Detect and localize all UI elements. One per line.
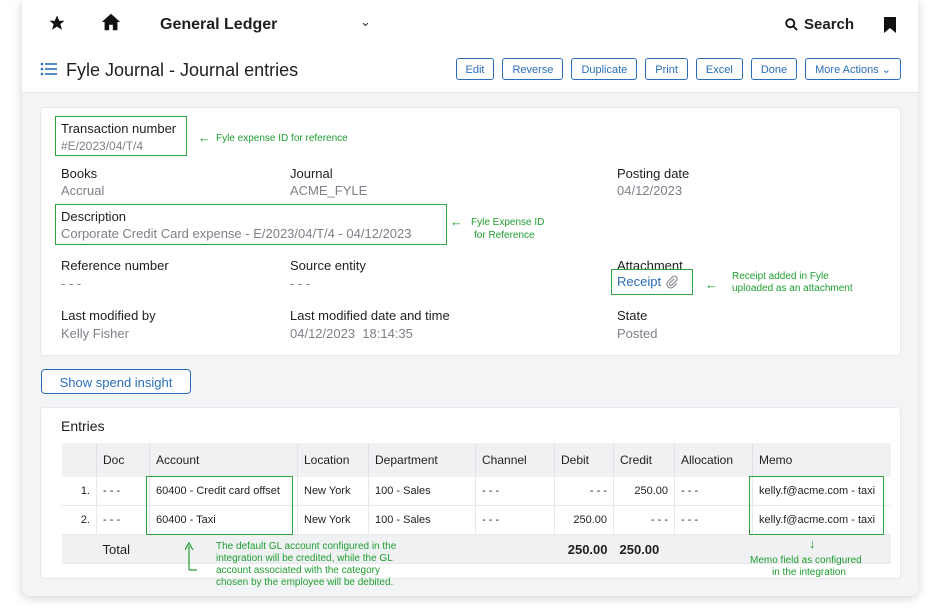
page-header: Fyle Journal - Journal entries Edit Reve…: [22, 50, 918, 93]
column-header-memo: Memo: [752, 443, 891, 477]
state-value: Posted: [617, 326, 658, 341]
cell-credit: - - -: [613, 505, 675, 535]
cell-channel: - - -: [475, 505, 555, 535]
receipt-link[interactable]: Receipt: [617, 274, 679, 289]
column-header-index: [62, 443, 97, 477]
transaction-number-value: #E/2023/04/T/4: [61, 139, 144, 153]
arrow-down-icon: ↓: [809, 536, 816, 551]
receipt-label: Receipt: [617, 274, 662, 289]
chevron-down-icon: ⌄: [881, 64, 891, 76]
arrow-up-icon: [185, 541, 197, 571]
column-header-debit: Debit: [554, 443, 614, 477]
chevron-down-icon[interactable]: ⌄: [360, 14, 371, 30]
cell-location: New York: [297, 477, 369, 506]
bookmark-icon[interactable]: [884, 17, 896, 38]
posting-date-label: Posting date: [617, 166, 690, 181]
list-icon[interactable]: [40, 61, 58, 82]
cell-index: 2.: [62, 505, 97, 535]
column-header-channel: Channel: [475, 443, 555, 477]
books-label: Books: [61, 166, 98, 181]
app-title: General Ledger: [160, 16, 278, 33]
column-header-location: Location: [297, 443, 369, 477]
cell-index: 1.: [62, 477, 97, 506]
description-value: Corporate Credit Card expense - E/2023/0…: [61, 226, 412, 241]
reverse-button[interactable]: Reverse: [502, 58, 564, 80]
annotation-gl-4: chosen by the employee will be debited.: [216, 577, 394, 588]
page-title: Fyle Journal - Journal entries: [66, 60, 299, 80]
cell-debit: - - -: [554, 477, 614, 506]
last-modified-dt-label: Last modified date and time: [290, 308, 450, 323]
paperclip-icon: [666, 274, 678, 289]
print-button[interactable]: Print: [645, 58, 688, 80]
column-header-credit: Credit: [613, 443, 675, 477]
arrow-left-icon: ←: [450, 214, 463, 229]
search-button[interactable]: Search: [784, 16, 854, 33]
arrow-left-icon: ←: [198, 130, 211, 145]
action-bar: Edit Reverse Duplicate Print Excel Done …: [455, 58, 901, 80]
done-button[interactable]: Done: [750, 58, 798, 80]
edit-button[interactable]: Edit: [455, 58, 495, 80]
cell-location: New York: [297, 505, 369, 535]
annotation-gl-3: account associated with the category: [216, 565, 380, 576]
annotation-description-2: for Reference: [474, 230, 535, 241]
cell-channel: - - -: [475, 477, 555, 506]
total-spacer: [62, 534, 97, 564]
annotation-gl-2: integration will be credited, while the …: [216, 553, 393, 564]
cell-allocation: - - -: [674, 477, 753, 506]
last-modified-dt-value: 04/12/2023 18:14:35: [290, 326, 413, 341]
journal-label: Journal: [290, 166, 333, 181]
last-modified-by-label: Last modified by: [61, 308, 156, 323]
duplicate-button[interactable]: Duplicate: [571, 58, 638, 80]
transaction-number-label: Transaction number: [61, 121, 177, 136]
more-actions-label: More Actions: [815, 64, 879, 76]
cell-allocation: - - -: [674, 505, 753, 535]
entries-title: Entries: [61, 418, 105, 434]
top-nav: General Ledger ⌄ Search: [22, 0, 918, 51]
reference-number-value: - - -: [61, 276, 82, 291]
arrow-left-icon: ←: [705, 277, 718, 292]
source-entity-label: Source entity: [290, 258, 366, 273]
last-modified-by-value: Kelly Fisher: [61, 326, 129, 341]
journal-value: ACME_FYLE: [290, 183, 368, 198]
excel-button[interactable]: Excel: [695, 58, 743, 80]
more-actions-button[interactable]: More Actions ⌄: [805, 58, 901, 80]
books-value: Accrual: [61, 183, 105, 198]
reference-number-label: Reference number: [61, 258, 169, 273]
total-debit: 250.00: [554, 534, 614, 564]
home-icon[interactable]: [100, 11, 122, 38]
annotation-transaction: Fyle expense ID for reference: [216, 133, 348, 144]
cell-department: 100 - Sales: [368, 505, 476, 535]
state-label: State: [617, 308, 648, 323]
search-label: Search: [804, 16, 855, 33]
annotation-gl-1: The default GL account configured in the: [216, 541, 397, 552]
table-header-row: Doc Account Location Department Channel …: [62, 443, 891, 477]
cell-doc: - - -: [96, 505, 150, 535]
column-header-allocation: Allocation: [674, 443, 753, 477]
search-icon: [785, 18, 798, 31]
cell-credit: 250.00: [613, 477, 675, 506]
column-header-department: Department: [368, 443, 476, 477]
app-window: General Ledger ⌄ Search Fyle Journal - J…: [22, 0, 918, 596]
annotation-memo-2: in the integration: [772, 567, 846, 578]
annotation-box-memo: [749, 476, 884, 535]
annotation-receipt-1: Receipt added in Fyle: [732, 271, 829, 282]
cell-debit: 250.00: [554, 505, 614, 535]
posting-date-value: 04/12/2023: [617, 183, 683, 198]
total-credit: 250.00: [613, 534, 675, 564]
description-label: Description: [61, 209, 127, 224]
annotation-memo-1: Memo field as configured: [750, 555, 862, 566]
annotation-description-1: Fyle Expense ID: [471, 217, 545, 228]
annotation-receipt-2: uploaded as an attachment: [732, 283, 853, 294]
annotation-box-account: [146, 476, 293, 535]
star-icon[interactable]: [48, 14, 66, 37]
column-header-account: Account: [149, 443, 298, 477]
cell-doc: - - -: [96, 477, 150, 506]
source-entity-value: - - -: [290, 276, 311, 291]
show-spend-insight-button[interactable]: Show spend insight: [41, 369, 191, 394]
cell-department: 100 - Sales: [368, 477, 476, 506]
column-header-doc: Doc: [96, 443, 150, 477]
